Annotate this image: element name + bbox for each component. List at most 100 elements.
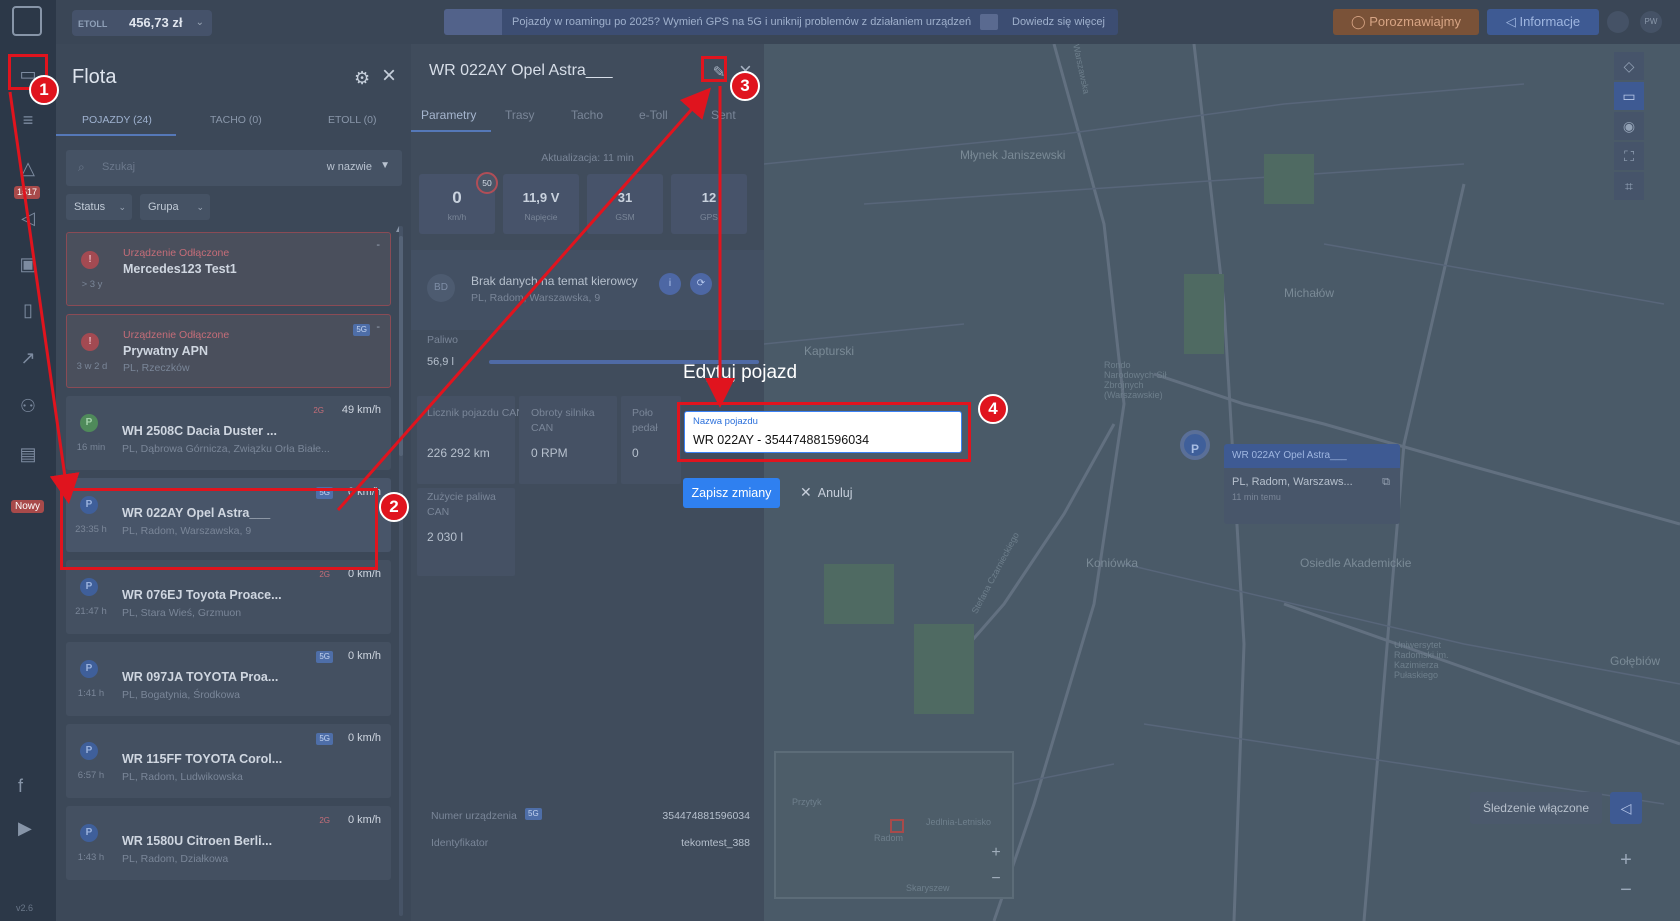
tab-routes[interactable]: Trasy bbox=[505, 108, 535, 122]
search-input[interactable]: ⌕ Szukaj w nazwie ▼ bbox=[66, 150, 402, 186]
vehicle-time: 21:47 h bbox=[75, 606, 107, 617]
minimap[interactable]: Przytyk Radom Jedlnia-Letnisko Skaryszew… bbox=[774, 751, 1014, 899]
fullscreen-icon[interactable]: ⛶ bbox=[1614, 142, 1644, 170]
driver-info-icon[interactable]: i bbox=[659, 273, 681, 295]
vehicle-card[interactable]: P 6:57 h WR 115FF TOYOTA Corol... PL, Ra… bbox=[66, 724, 391, 798]
eye-icon[interactable]: ◉ bbox=[1614, 112, 1644, 140]
etoll-logo: ETOLL bbox=[78, 19, 108, 29]
status-filter[interactable]: Status ⌄ bbox=[66, 194, 132, 220]
minimap-zoom-out-icon[interactable]: − bbox=[986, 869, 1006, 889]
vehicle-speed: 0 km/h bbox=[347, 650, 381, 662]
vehicle-card[interactable]: P 1:41 h WR 097JA TOYOTA Proa... PL, Bog… bbox=[66, 642, 391, 716]
counter-label: Zużycie paliwa CAN bbox=[427, 491, 496, 518]
device-network-badge: 5G bbox=[525, 808, 542, 820]
vehicle-card[interactable]: P 21:47 h WR 076EJ Toyota Proace... PL, … bbox=[66, 560, 391, 634]
status-dot: ! bbox=[81, 251, 99, 269]
help-icon[interactable] bbox=[1607, 11, 1629, 33]
layers-icon[interactable]: ◇ bbox=[1614, 52, 1644, 80]
save-changes-button[interactable]: Zapisz zmiany bbox=[683, 478, 780, 508]
annotation-box bbox=[701, 56, 727, 82]
settings-gear-icon[interactable]: ⚙ bbox=[354, 68, 370, 89]
banner-learn-more-link[interactable]: Dowiedz się więcej bbox=[1012, 9, 1105, 35]
vehicle-card[interactable]: ! > 3 y Urządzenie Odłączone Mercedes123… bbox=[66, 232, 391, 306]
driver-location: PL, Radom, Warszawska, 9 bbox=[471, 292, 601, 304]
voltage-value: 11,9 V bbox=[522, 190, 560, 205]
last-update: Aktualizacja: 11 min bbox=[541, 152, 634, 164]
minimap-zoom-in-icon[interactable]: + bbox=[986, 843, 1006, 863]
roaming-banner[interactable]: Pojazdy w roamingu po 2025? Wymień GPS n… bbox=[444, 9, 1118, 35]
scrollbar-thumb[interactable] bbox=[399, 236, 403, 456]
truck-icon[interactable]: ▣ bbox=[14, 252, 42, 276]
tab-parameters[interactable]: Parametry bbox=[421, 108, 476, 122]
vehicle-status: Urządzenie Odłączone bbox=[123, 329, 230, 341]
crop-icon[interactable]: ⌗ bbox=[1614, 172, 1644, 200]
network-badge: 5G bbox=[316, 733, 333, 745]
facebook-icon[interactable]: f bbox=[18, 776, 23, 797]
vehicle-map-marker[interactable]: P bbox=[1180, 430, 1210, 460]
chat-button[interactable]: ◯ Porozmawiajmy bbox=[1333, 9, 1479, 35]
driver-icon[interactable]: ⚇ bbox=[14, 394, 42, 418]
popup-time-ago: 11 min temu bbox=[1232, 492, 1281, 502]
tracking-arrow-icon[interactable]: ◁ bbox=[1610, 792, 1642, 824]
gps-stat: 12 GPS bbox=[671, 174, 747, 234]
map-pin-logo-icon[interactable] bbox=[12, 6, 42, 36]
network-badge: 2G bbox=[319, 570, 330, 579]
megaphone-icon[interactable]: ◁ bbox=[14, 206, 42, 230]
vehicle-card[interactable]: P 1:43 h WR 1580U Citroen Berli... PL, R… bbox=[66, 806, 391, 880]
etoll-truck-icon[interactable]: ▤ bbox=[14, 442, 42, 466]
vehicle-name: Prywatny APN bbox=[123, 344, 208, 358]
search-placeholder: Szukaj bbox=[102, 161, 136, 173]
tab-tacho[interactable]: Tacho bbox=[571, 108, 603, 122]
info-button-label: Informacje bbox=[1519, 14, 1581, 29]
user-avatar[interactable]: PW bbox=[1640, 11, 1662, 33]
counter-label: Licznik pojazdu CAN bbox=[427, 407, 524, 419]
close-icon[interactable]: × bbox=[382, 62, 396, 90]
copy-icon[interactable]: ⧉ bbox=[1382, 476, 1390, 489]
vehicle-time: 16 min bbox=[76, 442, 106, 453]
zoom-in-icon[interactable]: + bbox=[1612, 846, 1640, 874]
vehicle-card[interactable]: P 16 min WH 2508C Dacia Duster ... PL, D… bbox=[66, 396, 391, 470]
gsm-value: 31 bbox=[617, 190, 633, 205]
driver-link-icon[interactable]: ⟳ bbox=[690, 273, 712, 295]
group-filter[interactable]: Grupa ⌄ bbox=[140, 194, 210, 220]
fuel-label: Paliwo bbox=[427, 334, 458, 346]
bell-icon[interactable]: △ bbox=[14, 156, 42, 180]
network-badge: 2G bbox=[313, 406, 324, 415]
gsm-stat: 31 GSM bbox=[587, 174, 663, 234]
minimap-label: Radom bbox=[874, 833, 904, 843]
tab-vehicles[interactable]: POJAZDY (24) bbox=[82, 114, 152, 126]
tab-etoll[interactable]: ETOLL (0) bbox=[328, 114, 376, 126]
counter-value: 0 bbox=[632, 446, 639, 460]
search-mode-select[interactable]: w nazwie bbox=[327, 161, 372, 173]
tracking-status[interactable]: Śledzenie włączone bbox=[1470, 792, 1602, 824]
arrow-right-icon[interactable] bbox=[980, 14, 998, 30]
vehicle-labels-icon[interactable]: ▭ bbox=[1614, 82, 1644, 110]
cancel-button[interactable]: ✕ Anuluj bbox=[800, 484, 852, 501]
caret-down-icon: ▼ bbox=[380, 160, 390, 171]
vehicle-speed-empty: - bbox=[376, 321, 380, 333]
vehicle-map-popup[interactable]: WR 022AY Opel Astra___ PL, Radom, Warsza… bbox=[1224, 444, 1400, 524]
zoom-out-icon[interactable]: − bbox=[1612, 876, 1640, 904]
search-icon: ⌕ bbox=[78, 160, 85, 174]
minimap-label: Skaryszew bbox=[906, 883, 950, 893]
document-icon[interactable]: ▯ bbox=[14, 298, 42, 322]
minimap-viewport[interactable] bbox=[890, 819, 904, 833]
cancel-label: Anuluj bbox=[817, 486, 853, 500]
status-dot: P bbox=[80, 414, 98, 432]
vehicle-name: WH 2508C Dacia Duster ... bbox=[122, 424, 277, 438]
left-navigation-rail: ▭ ≡ △ 1517 ◁ ▣ ▯ ↗ ⚇ ▤ Nowy f ▶ v2.6 bbox=[0, 0, 56, 921]
network-badge: 2G bbox=[319, 816, 330, 825]
tab-etoll[interactable]: e-Toll bbox=[639, 108, 668, 122]
info-button[interactable]: ◁ Informacje bbox=[1487, 9, 1599, 35]
list-icon[interactable]: ≡ bbox=[14, 108, 42, 132]
tab-tacho[interactable]: TACHO (0) bbox=[210, 114, 262, 126]
chat-button-label: Porozmawiajmy bbox=[1369, 14, 1461, 29]
vehicle-name: WR 076EJ Toyota Proace... bbox=[122, 588, 282, 602]
vehicle-status: Urządzenie Odłączone bbox=[123, 247, 230, 259]
vehicle-details-title: WR 022AY Opel Astra___ bbox=[429, 62, 613, 79]
vehicle-card[interactable]: ! 3 w 2 d Urządzenie Odłączone Prywatny … bbox=[66, 314, 391, 388]
youtube-icon[interactable]: ▶ bbox=[18, 818, 32, 839]
tab-sent[interactable]: Sent bbox=[711, 108, 736, 122]
chart-icon[interactable]: ↗ bbox=[14, 346, 42, 370]
etoll-balance-dropdown[interactable]: ETOLL 456,73 zł ⌄ bbox=[72, 10, 212, 36]
